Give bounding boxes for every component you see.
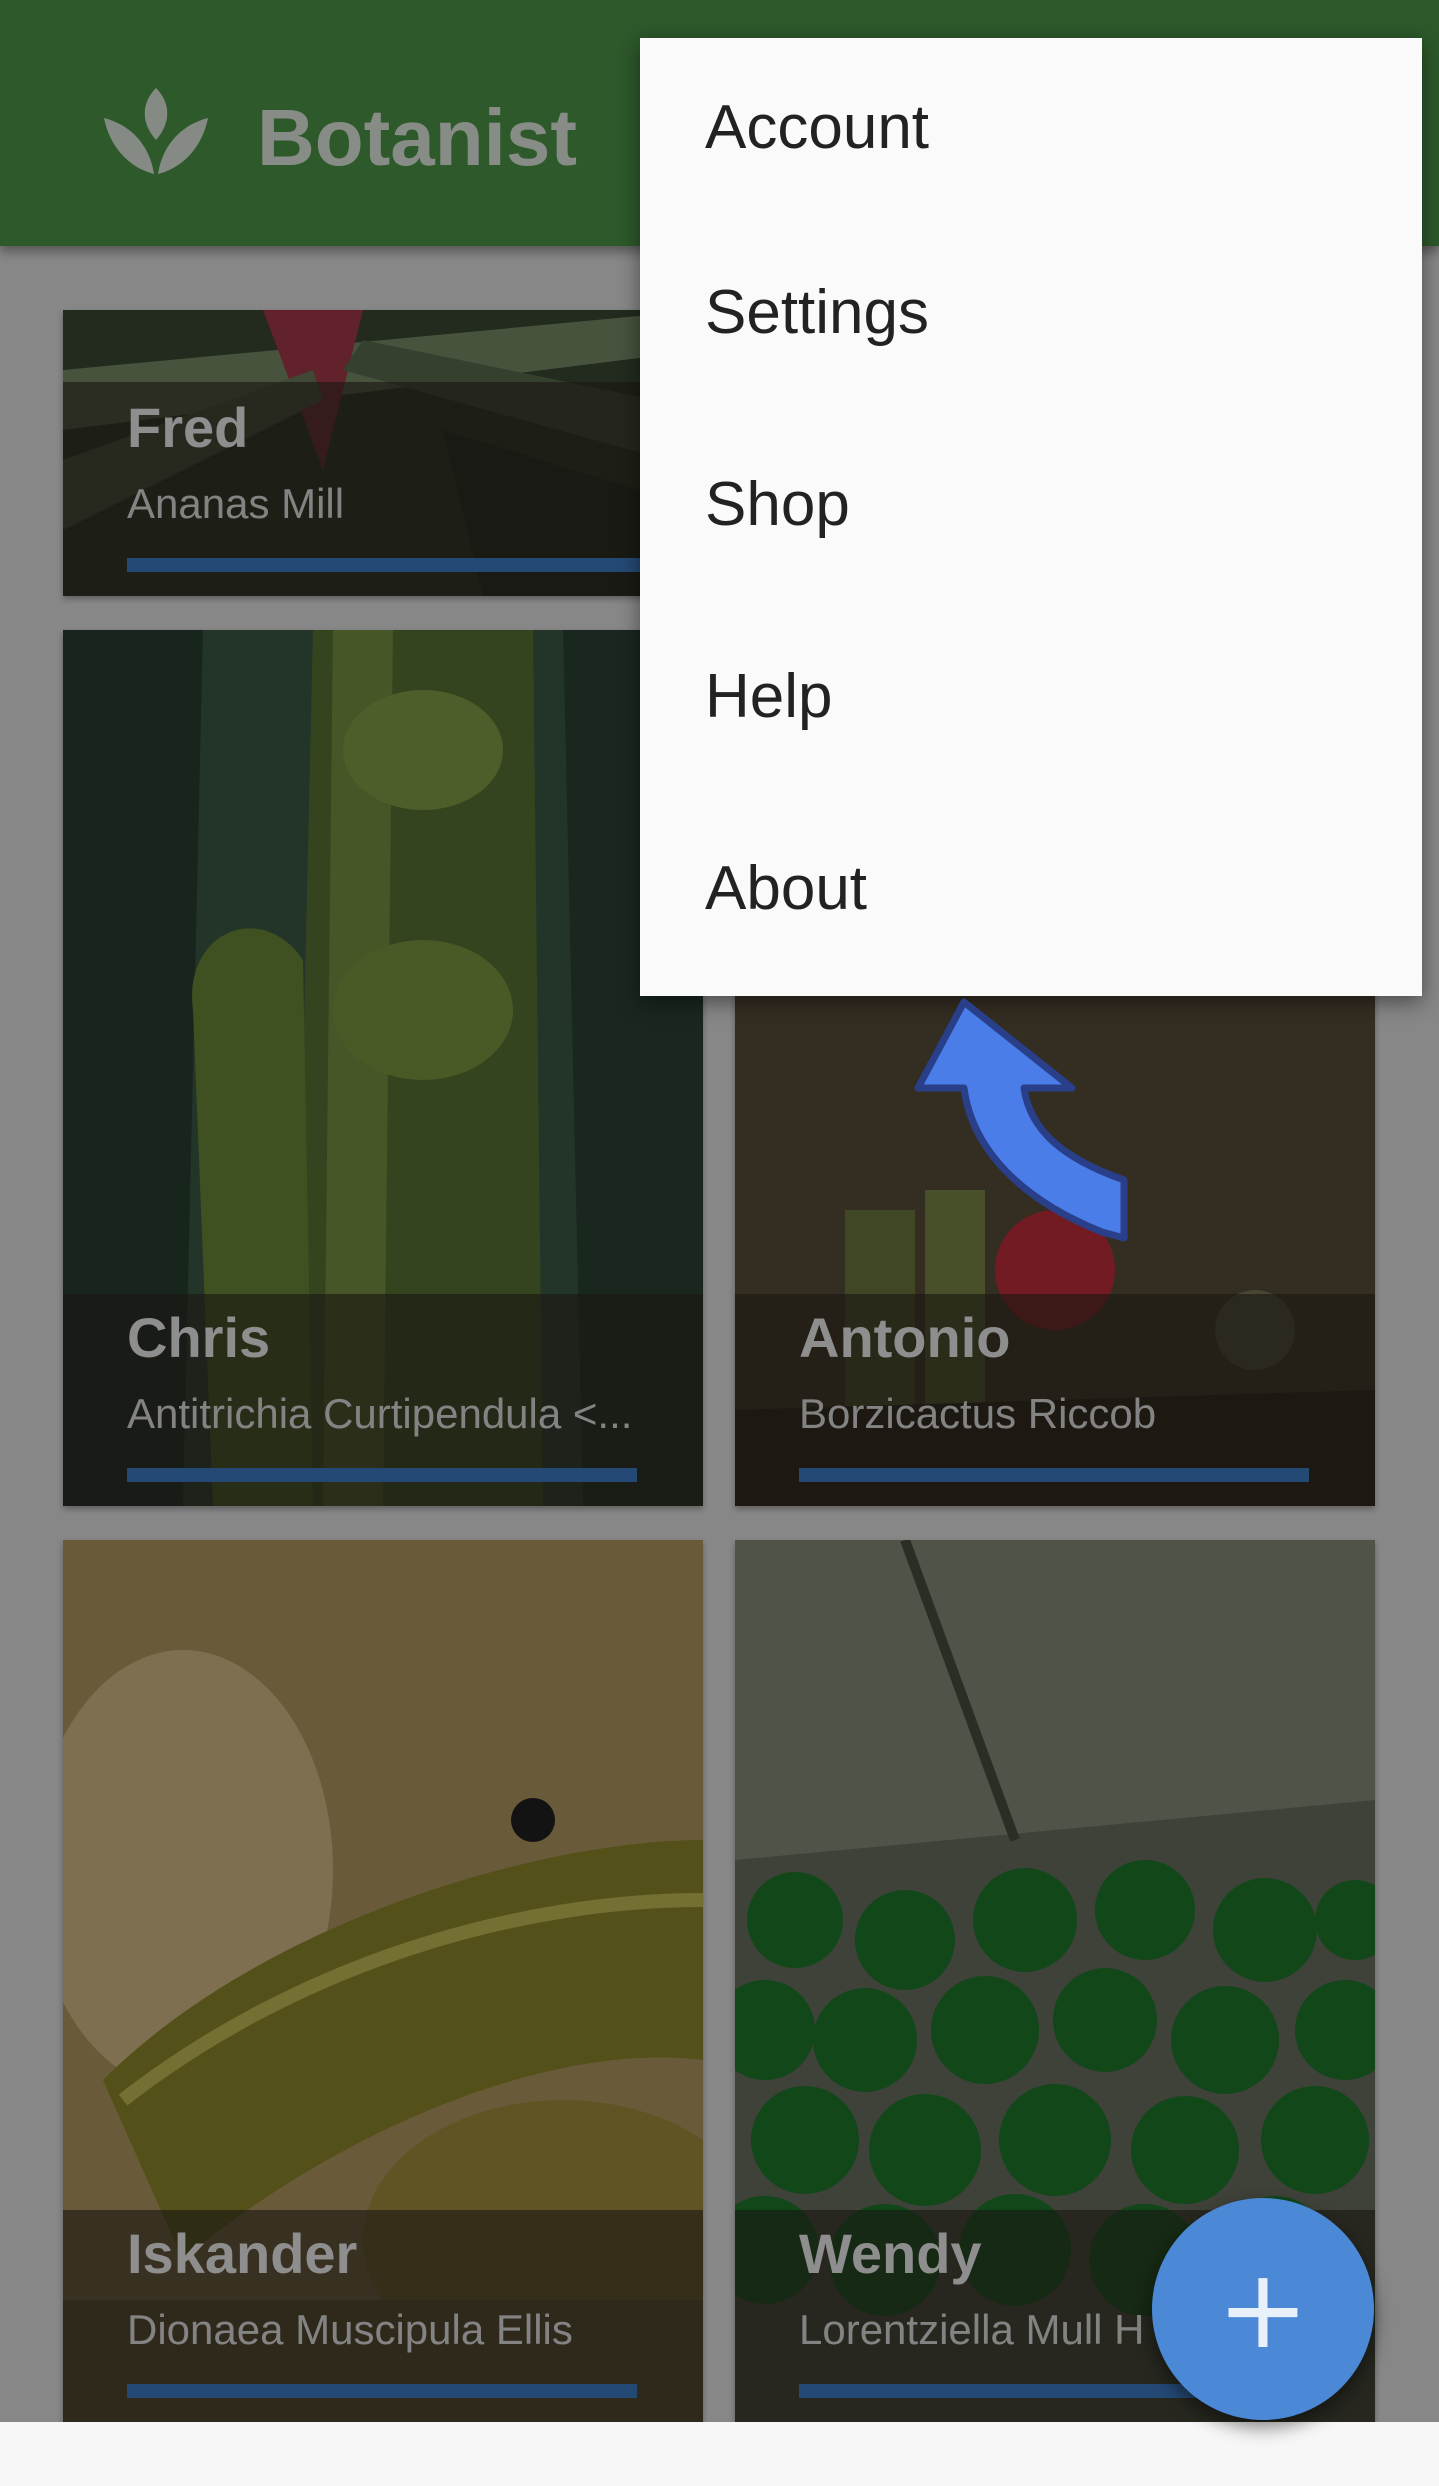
plant-card-fred[interactable]: Fred Ananas Mill <box>63 310 703 596</box>
add-plant-button[interactable]: + <box>1152 2198 1374 2420</box>
water-level-bar <box>127 558 683 572</box>
app-title: Botanist <box>257 93 577 182</box>
plant-name: Antonio <box>799 1306 1011 1369</box>
plant-card-iskander[interactable]: Iskander Dionaea Muscipula Ellis <box>63 1540 703 2422</box>
plant-name: Wendy <box>799 2222 982 2285</box>
plant-card-chris[interactable]: Chris Antitrichia Curtipendula <... <box>63 630 703 1506</box>
overflow-menu: Account Settings Shop Help About <box>640 38 1422 996</box>
plant-name: Fred <box>127 396 249 459</box>
plant-species: Ananas Mill <box>127 480 345 527</box>
water-level-bar <box>127 1468 637 1482</box>
plant-species: Dionaea Muscipula Ellis <box>127 2306 573 2353</box>
menu-item-about[interactable]: About <box>640 792 1422 984</box>
menu-item-help[interactable]: Help <box>640 600 1422 792</box>
menu-item-account[interactable]: Account <box>640 38 1422 216</box>
plant-name: Iskander <box>127 2222 358 2285</box>
plant-species: Borzicactus Riccob <box>799 1390 1157 1437</box>
leaf-icon <box>104 88 208 174</box>
plus-icon: + <box>1216 2245 1310 2373</box>
menu-item-shop[interactable]: Shop <box>640 408 1422 600</box>
bottom-strip <box>0 2422 1439 2486</box>
water-level-bar <box>799 1468 1309 1482</box>
curved-arrow-icon <box>914 998 1128 1242</box>
plant-species: Antitrichia Curtipendula <... <box>127 1390 633 1437</box>
plant-name: Chris <box>127 1306 271 1369</box>
water-level-bar <box>127 2384 637 2398</box>
menu-item-settings[interactable]: Settings <box>640 216 1422 408</box>
